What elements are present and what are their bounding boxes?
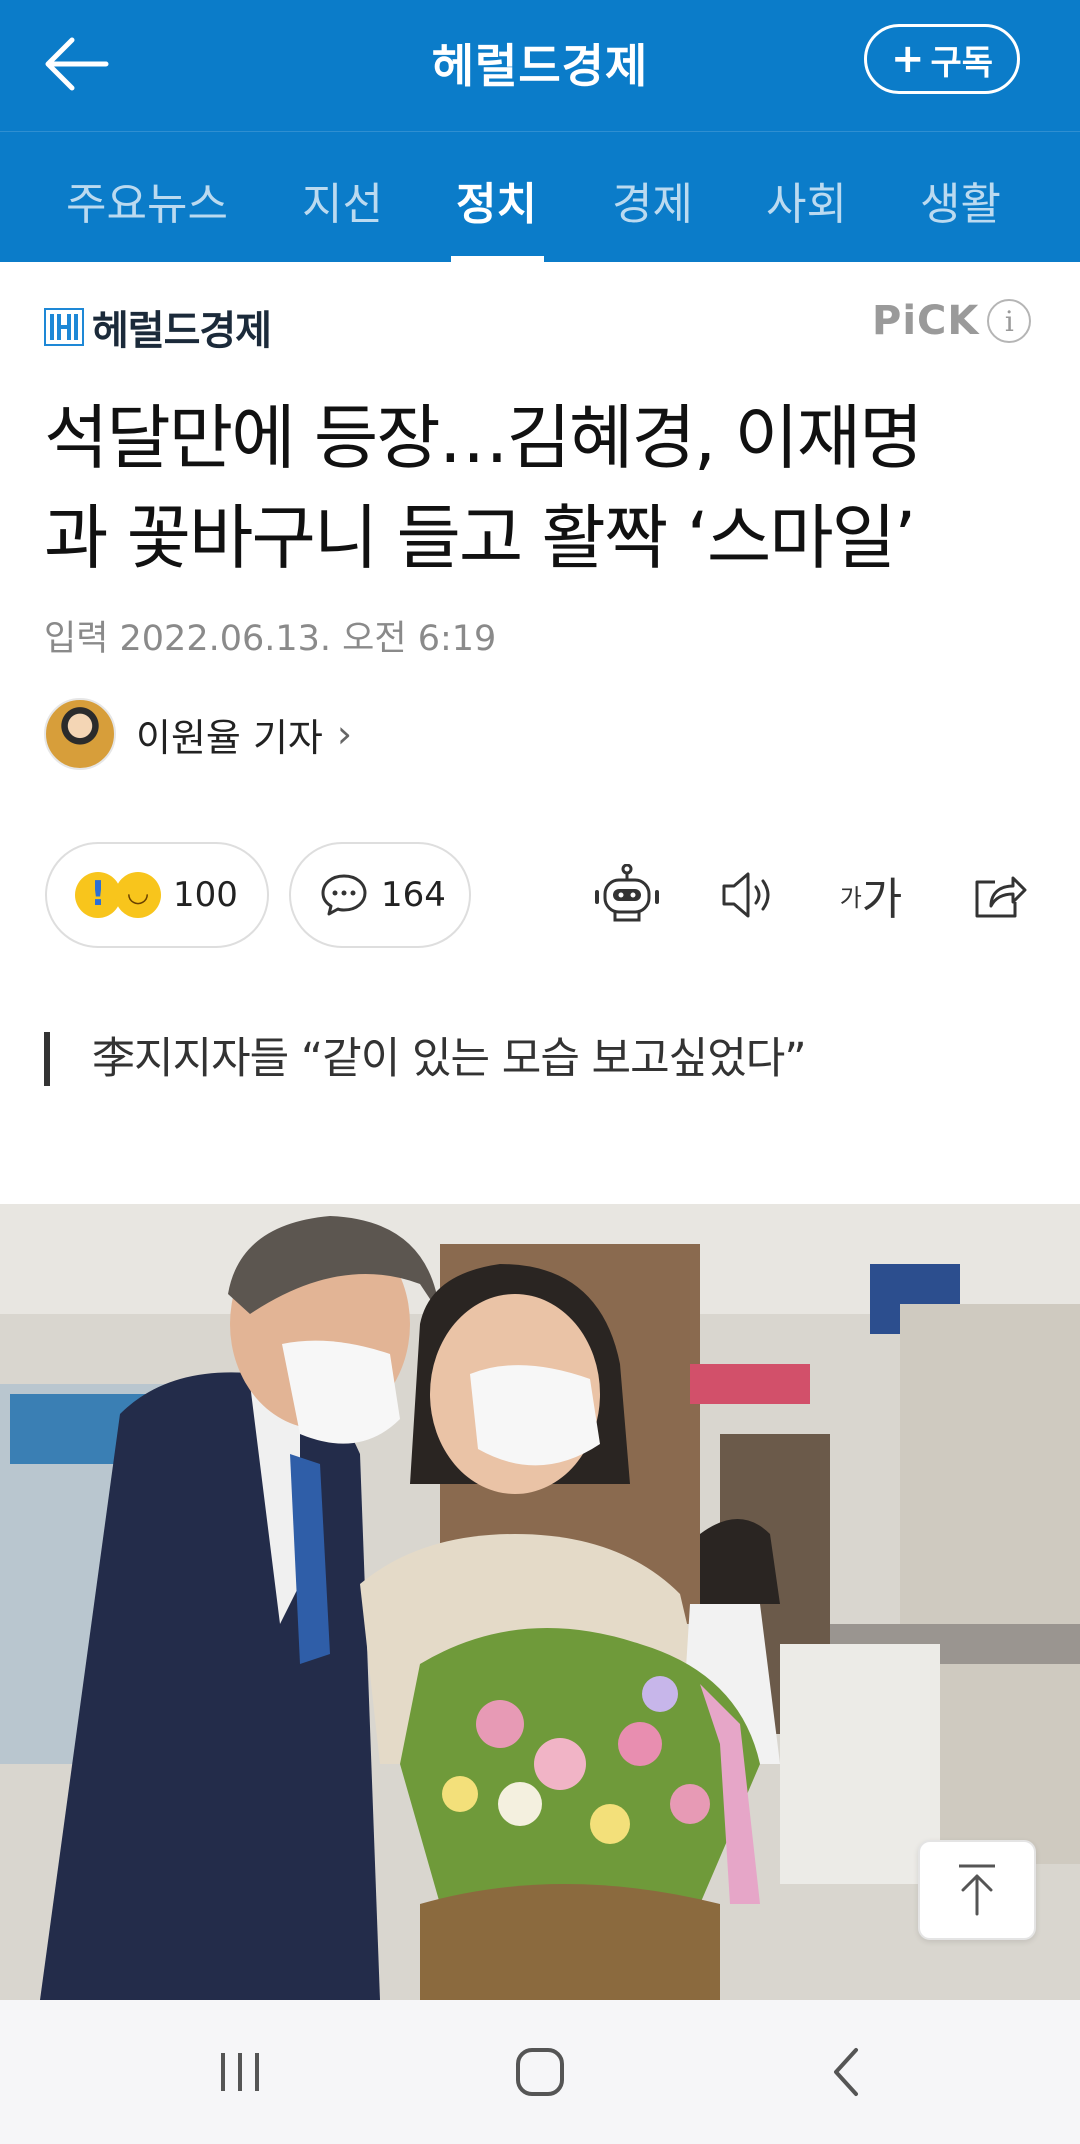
comment-button[interactable]: 164	[289, 842, 471, 948]
scroll-top-icon	[959, 1864, 995, 1916]
app-header: 헤럴드경제 + 구독	[0, 0, 1080, 131]
smile-emoji-icon	[115, 872, 161, 918]
system-navbar	[0, 2000, 1080, 2144]
reporter-link[interactable]: 이원율 기자 ›	[44, 698, 352, 770]
recent-apps-button[interactable]	[200, 2036, 280, 2108]
tab-local-election[interactable]: 지선	[302, 168, 383, 232]
share-button[interactable]	[962, 858, 1036, 932]
active-tab-indicator	[451, 256, 544, 262]
reporter-avatar	[44, 698, 116, 770]
press-logo-mark-icon	[44, 308, 84, 346]
system-back-button[interactable]	[806, 2036, 886, 2108]
press-name: 헤럴드경제	[92, 308, 272, 354]
robot-summary-icon	[595, 864, 659, 922]
font-size-large-glyph: 가	[861, 874, 903, 925]
info-icon[interactable]: i	[987, 299, 1032, 343]
speaker-icon	[722, 872, 770, 918]
subscribe-label: 구독	[930, 42, 994, 83]
chevron-right-icon: ›	[336, 712, 353, 756]
home-icon	[516, 2048, 564, 2096]
tab-society[interactable]: 사회	[766, 168, 847, 232]
pick-badge[interactable]: PiCK i	[872, 298, 1032, 344]
press-logo[interactable]: 헤럴드경제	[44, 298, 272, 356]
article-subhead: 李지지자들 “같이 있는 모습 보고싶었다”	[44, 1032, 807, 1086]
summary-bot-button[interactable]	[590, 858, 664, 932]
share-icon	[975, 876, 1027, 918]
scroll-top-button[interactable]	[918, 1840, 1036, 1940]
article-headline: 석달만에 등장…김혜경, 이재명 과 꽃바구니 들고 활짝 ‘스마일’	[44, 388, 1044, 588]
tab-life[interactable]: 생활	[920, 168, 1001, 232]
tab-politics[interactable]: 정치	[456, 168, 537, 232]
plus-icon: +	[890, 36, 925, 82]
pick-label: PiCK	[872, 298, 980, 344]
reaction-count: 100	[173, 875, 238, 915]
font-size-small-glyph: 가	[839, 883, 862, 912]
tab-main-news[interactable]: 주요뉴스	[66, 168, 228, 232]
back-icon	[834, 2048, 858, 2096]
read-aloud-button[interactable]	[712, 858, 786, 932]
comment-count: 164	[381, 875, 446, 915]
publish-date: 입력 2022.06.13. 오전 6:19	[44, 619, 497, 659]
home-button[interactable]	[500, 2036, 580, 2108]
font-size-button[interactable]: 가가	[834, 858, 908, 932]
subscribe-button[interactable]: + 구독	[864, 24, 1020, 94]
reaction-button[interactable]: 100	[45, 842, 269, 948]
recent-apps-icon	[221, 2053, 259, 2091]
section-tabs: 주요뉴스 지선 정치 경제 사회 생활	[0, 131, 1080, 262]
headline-line-2: 과 꽃바구니 들고 활짝 ‘스마일’	[44, 497, 916, 579]
tab-economy[interactable]: 경제	[612, 168, 693, 232]
reporter-name: 이원율 기자	[136, 715, 323, 760]
headline-line-1: 석달만에 등장…김혜경, 이재명	[44, 397, 924, 479]
comment-bubble-icon	[321, 874, 367, 916]
